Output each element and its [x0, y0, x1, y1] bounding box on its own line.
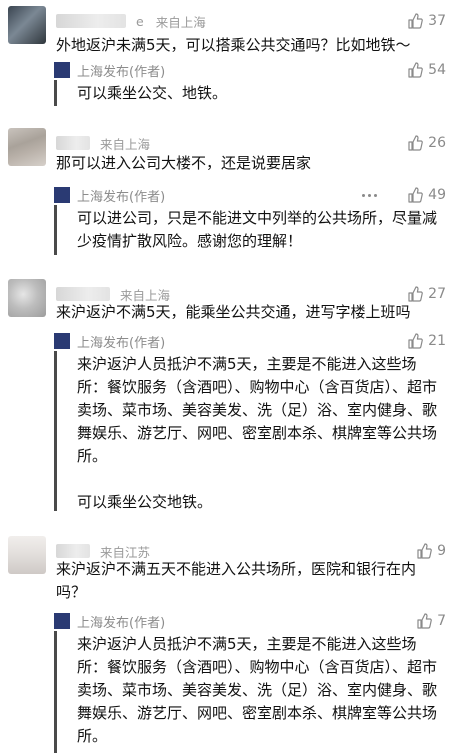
like-button[interactable]: 54 — [407, 60, 446, 80]
comment-list: e 来自上海 37 外地返沪未满5天，可以搭乘公共交通吗？比如地铁～ 上海发布(… — [0, 0, 453, 753]
reply-text: 可以乘坐公交、地铁。 — [77, 82, 439, 105]
commenter-name-redacted — [56, 14, 126, 28]
reply-author-name[interactable]: 上海发布(作者) — [77, 60, 165, 80]
avatar[interactable] — [8, 536, 46, 574]
like-count: 37 — [428, 13, 446, 29]
avatar[interactable] — [8, 128, 46, 166]
thumbs-up-icon — [408, 333, 424, 349]
reply-author-name[interactable]: 上海发布(作者) — [77, 611, 165, 631]
comment-item: 来自江苏 9 来沪返沪不满五天不能进入公共场所，医院和银行在内吗？ — [0, 536, 453, 606]
reply-author-name[interactable]: 上海发布(作者) — [77, 185, 165, 205]
thumbs-up-icon — [408, 135, 424, 151]
thumbs-up-icon — [417, 613, 432, 629]
comment-text: 来沪返沪不满五天不能进入公共场所，医院和银行在内吗？ — [56, 560, 417, 601]
like-button[interactable]: 26 — [407, 132, 446, 154]
reply-quote-bar — [54, 631, 57, 753]
commenter-name-redacted — [56, 544, 90, 558]
author-reply: 上海发布(作者) 54 可以乘坐公交、地铁。 — [0, 60, 453, 106]
thumbs-up-icon — [408, 286, 424, 302]
publisher-logo — [54, 613, 70, 629]
more-dots-icon[interactable] — [362, 185, 377, 205]
comment-meta: e 来自上海 — [56, 10, 206, 32]
comment-text: 那可以进入公司大楼不，还是说要居家 — [56, 154, 312, 172]
reply-paragraph: 可以乘坐公交、地铁。 — [77, 84, 228, 102]
comment-text: 外地返沪未满5天，可以搭乘公共交通吗？比如地铁～ — [56, 36, 411, 54]
publisher-logo — [54, 62, 70, 78]
reply-text: 可以进公司，只是不能进文中列举的公共场所，尽量减少疫情扩散风险。感谢您的理解！ — [77, 207, 439, 253]
publisher-logo — [54, 333, 70, 349]
avatar[interactable] — [8, 279, 46, 317]
author-reply: 上海发布(作者) 49 可以进公司，只是不能进文中列举的公共场所，尽量减少疫情扩… — [0, 185, 453, 255]
reply-quote-bar — [54, 205, 57, 255]
like-count: 7 — [437, 613, 446, 629]
thumbs-up-icon — [408, 187, 424, 203]
comment-location: 来自上海 — [100, 136, 151, 152]
commenter-name-suffix: e — [136, 13, 144, 29]
comment-item: 来自上海 26 那可以进入公司大楼不，还是说要居家 — [0, 128, 453, 178]
avatar[interactable] — [8, 6, 46, 44]
like-count: 27 — [428, 286, 446, 302]
reply-paragraph: 来沪返沪人员抵沪不满5天，主要是不能进入这些场所：餐饮服务（含酒吧）、购物中心（… — [77, 635, 438, 745]
comment-meta: 来自上海 — [56, 132, 150, 154]
comment-text: 来沪返沪不满5天，能乘坐公共交通，进写字楼上班吗 — [56, 303, 411, 321]
reply-paragraph: 可以乘坐公交地铁。 — [77, 493, 213, 511]
publisher-logo — [54, 187, 70, 203]
comment-location: 来自上海 — [155, 14, 206, 30]
like-button[interactable]: 37 — [407, 10, 446, 32]
comment-item: 来自上海 27 来沪返沪不满5天，能乘坐公共交通，进写字楼上班吗 — [0, 279, 453, 329]
reply-paragraph: 来沪返沪人员抵沪不满5天，主要是不能进入这些场所：餐饮服务（含酒吧）、购物中心（… — [77, 355, 438, 465]
like-count: 9 — [437, 543, 446, 559]
author-reply: 上海发布(作者) 7 来沪返沪人员抵沪不满5天，主要是不能进入这些场所：餐饮服务… — [0, 611, 453, 753]
like-count: 54 — [428, 62, 446, 78]
like-button[interactable]: 7 — [416, 611, 446, 631]
like-count: 49 — [428, 187, 446, 203]
like-button[interactable]: 21 — [407, 331, 446, 351]
reply-text: 来沪返沪人员抵沪不满5天，主要是不能进入这些场所：餐饮服务（含酒吧）、购物中心（… — [77, 633, 439, 748]
reply-quote-bar — [54, 80, 57, 106]
commenter-name-redacted — [56, 287, 110, 301]
thumbs-up-icon — [417, 543, 432, 559]
commenter-name-redacted — [56, 136, 90, 150]
thumbs-up-icon — [408, 13, 424, 29]
reply-text: 来沪返沪人员抵沪不满5天，主要是不能进入这些场所：餐饮服务（含酒吧）、购物中心（… — [77, 353, 439, 514]
thumbs-up-icon — [408, 62, 424, 78]
reply-quote-bar — [54, 351, 57, 511]
like-count: 26 — [428, 135, 446, 151]
reply-author-name[interactable]: 上海发布(作者) — [77, 331, 165, 351]
like-count: 21 — [428, 333, 446, 349]
like-button[interactable]: 49 — [407, 185, 446, 205]
reply-paragraph: 可以进公司，只是不能进文中列举的公共场所，尽量减少疫情扩散风险。感谢您的理解！ — [77, 209, 438, 250]
author-reply: 上海发布(作者) 21 来沪返沪人员抵沪不满5天，主要是不能进入这些场所：餐饮服… — [0, 331, 453, 511]
